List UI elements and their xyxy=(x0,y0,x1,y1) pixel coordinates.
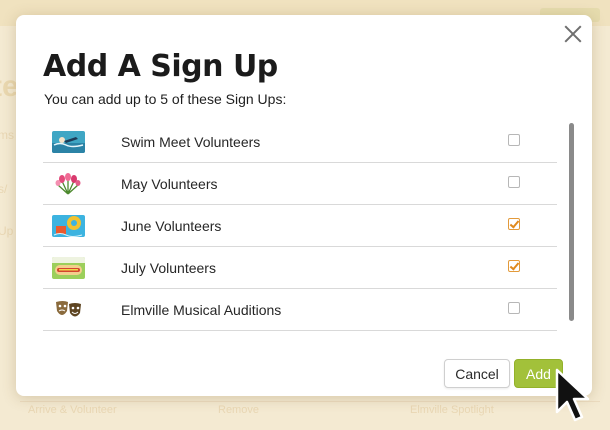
close-icon[interactable] xyxy=(562,23,584,45)
sign-up-checkbox[interactable] xyxy=(508,260,520,272)
sign-up-label: Swim Meet Volunteers xyxy=(121,134,261,150)
background-text: s/ xyxy=(0,182,8,196)
mouse-pointer-icon xyxy=(555,368,590,422)
cancel-button[interactable]: Cancel xyxy=(444,359,510,388)
sign-up-checkbox[interactable] xyxy=(508,218,520,230)
background-text: ms xyxy=(0,128,14,142)
list-scrollbar[interactable] xyxy=(569,123,574,321)
sign-up-checkbox[interactable] xyxy=(508,302,520,314)
list-item[interactable]: May Volunteers xyxy=(43,163,557,205)
list-item[interactable]: Elmville Musical Auditions xyxy=(43,289,557,331)
background-text: Remove xyxy=(218,404,259,416)
dialog-subtitle: You can add up to 5 of these Sign Ups: xyxy=(44,91,287,107)
sign-up-label: Elmville Musical Auditions xyxy=(121,302,282,318)
picnic-thumbnail xyxy=(52,257,85,279)
background-text: Elmville Spotlight xyxy=(410,404,494,416)
sign-up-label: May Volunteers xyxy=(121,176,218,192)
sign-up-checkbox[interactable] xyxy=(508,176,520,188)
background-divider xyxy=(20,401,600,402)
list-item[interactable]: June Volunteers xyxy=(43,205,557,247)
dialog-title: Add A Sign Up xyxy=(43,49,278,84)
background-text: Arrive & Volunteer xyxy=(28,404,117,416)
theater-masks-thumbnail xyxy=(52,299,85,321)
pool-float-thumbnail xyxy=(52,215,85,237)
background-text: Up xyxy=(0,224,14,238)
add-sign-up-dialog: Add A Sign Up You can add up to 5 of the… xyxy=(16,15,592,396)
swimmer-thumbnail xyxy=(52,131,85,153)
sign-up-label: July Volunteers xyxy=(121,260,216,276)
sign-up-checkbox[interactable] xyxy=(508,134,520,146)
tulips-thumbnail xyxy=(52,173,85,195)
list-item[interactable]: Swim Meet Volunteers xyxy=(43,121,557,163)
sign-up-list: Swim Meet Volunteers May Volunteers June… xyxy=(43,121,557,333)
sign-up-label: June Volunteers xyxy=(121,218,222,234)
list-item[interactable]: July Volunteers xyxy=(43,247,557,289)
